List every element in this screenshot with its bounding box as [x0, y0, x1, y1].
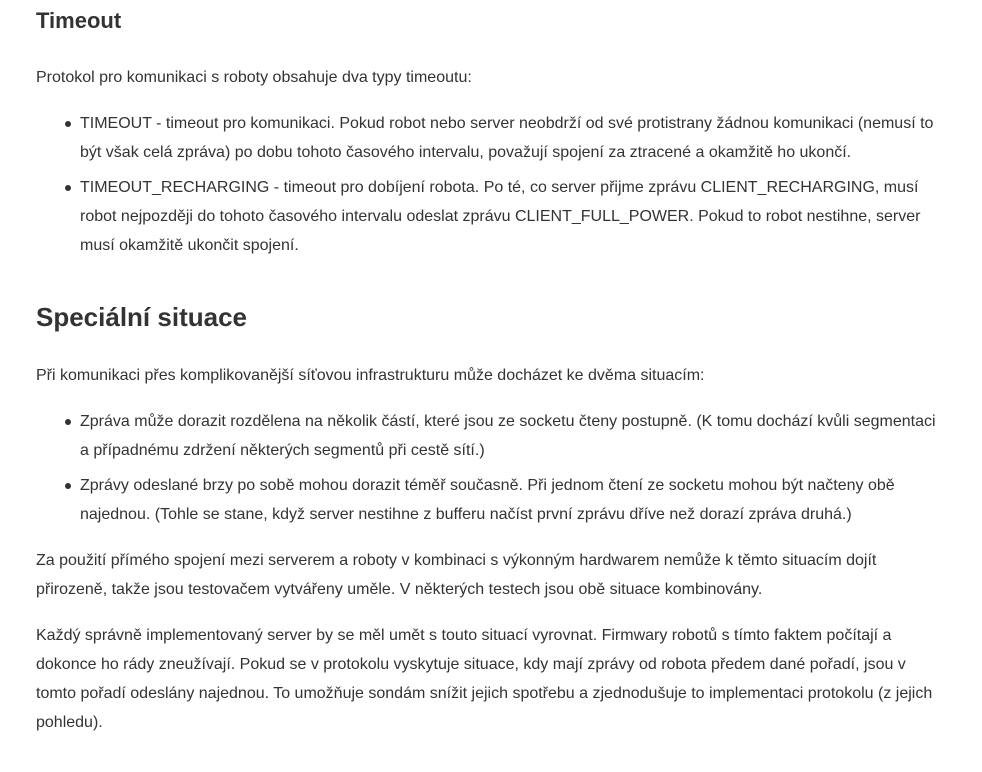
special-paragraph-2: Každý správně implementovaný server by s…: [36, 627, 933, 731]
section-heading-special: Speciální situace: [36, 302, 247, 332]
bullet-icon: [65, 185, 71, 191]
timeout-intro-paragraph: Protokol pro komunikaci s roboty obsahuj…: [36, 69, 472, 86]
bullet-icon: [65, 483, 71, 489]
list-item: TIMEOUT_RECHARGING - timeout pro dobíjen…: [36, 173, 948, 260]
bullet-icon: [65, 419, 71, 425]
special-paragraph-1: Za použití přímého spojení mezi serverem…: [36, 552, 877, 598]
list-item-text: TIMEOUT - timeout pro komunikaci. Pokud …: [80, 115, 934, 161]
section-heading-timeout: Timeout: [36, 8, 122, 33]
special-list: Zpráva může dorazit rozdělena na několik…: [36, 407, 948, 535]
list-item: Zpráva může dorazit rozdělena na několik…: [36, 407, 948, 465]
list-item-text: Zpráva může dorazit rozdělena na několik…: [80, 413, 936, 459]
list-item: TIMEOUT - timeout pro komunikaci. Pokud …: [36, 109, 948, 167]
list-item-text: Zprávy odeslané brzy po sobě mohou doraz…: [80, 477, 895, 523]
list-item: Zprávy odeslané brzy po sobě mohou doraz…: [36, 471, 948, 529]
list-item-text: TIMEOUT_RECHARGING - timeout pro dobíjen…: [80, 179, 921, 254]
timeout-list: TIMEOUT - timeout pro komunikaci. Pokud …: [36, 109, 948, 266]
bullet-icon: [65, 121, 71, 127]
special-intro-paragraph: Při komunikaci přes komplikovanější síťo…: [36, 367, 705, 384]
